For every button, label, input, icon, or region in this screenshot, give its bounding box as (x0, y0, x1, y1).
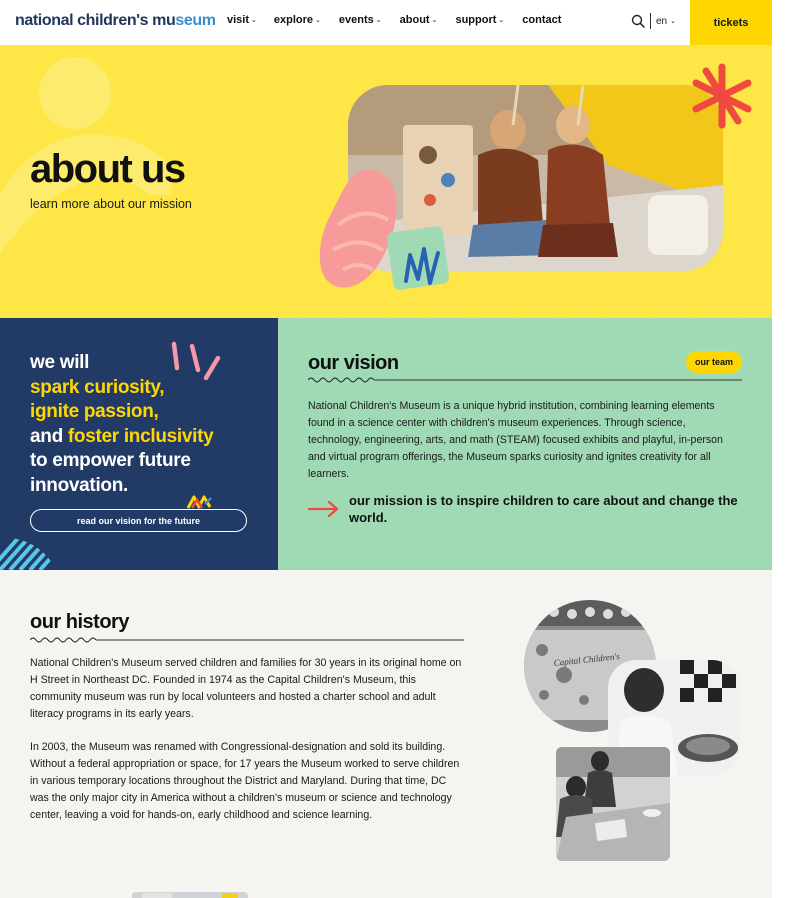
chevron-down-icon: ⌄ (498, 17, 505, 24)
heading-underline (308, 377, 742, 383)
nav-item-about[interactable]: about ⌄ (400, 14, 438, 26)
vision-body: National Children's Museum is a unique h… (308, 400, 723, 480)
history-paragraph: In 2003, the Museum was renamed with Con… (30, 741, 460, 821)
hero-section: about us learn more about our mission (0, 45, 772, 325)
pledge-line: to empower future (30, 450, 191, 471)
site-logo[interactable]: national children's museum (15, 12, 216, 30)
language-selector[interactable]: en ⌄ (650, 13, 676, 29)
logo-accent-text: seum (175, 12, 216, 29)
language-label: en (656, 15, 668, 27)
chevron-down-icon: ⌄ (315, 17, 321, 24)
pledge-line-highlight: ignite passion, (30, 401, 159, 422)
main-nav: visit ⌄ explore ⌄ events ⌄ about ⌄ support ⌄ … (227, 14, 561, 26)
chevron-down-icon: ⌄ (375, 17, 382, 24)
nav-item-explore[interactable]: explore ⌄ (274, 14, 321, 26)
history-section: our history National Children's Museum s… (0, 570, 772, 898)
nav-label: support (455, 14, 497, 26)
section-heading: our vision (308, 352, 399, 374)
nav-item-support[interactable]: support ⌄ (455, 14, 504, 26)
squiggle-decoration-icon (186, 495, 212, 509)
nav-item-visit[interactable]: visit ⌄ (227, 14, 257, 26)
chevron-down-icon: ⌄ (251, 17, 257, 24)
tick-marks-decoration (171, 341, 221, 381)
chevron-down-icon: ⌄ (431, 17, 438, 24)
nav-item-events[interactable]: events ⌄ (339, 14, 382, 26)
site-header: national children's museum visit ⌄ explor… (0, 0, 772, 46)
nav-label: contact (522, 14, 562, 26)
read-vision-button[interactable]: read our vision for the future (30, 509, 247, 532)
squiggle-square-decoration (387, 226, 449, 290)
history-paragraph: National Children's Museum served childr… (30, 657, 462, 720)
chevron-down-icon: ⌄ (670, 18, 676, 25)
our-team-button[interactable]: our team (686, 351, 742, 373)
logo-text: national children's mu (15, 12, 176, 29)
nav-label: explore (273, 14, 314, 26)
page-subtitle: learn more about our mission (30, 197, 192, 211)
striped-shape-decoration (0, 538, 56, 570)
page-title: about us (30, 147, 186, 191)
pledge-line-highlight: foster inclusivity (67, 425, 214, 447)
pledge-panel: we will spark curiosity, ignite passion,… (0, 318, 278, 570)
section-heading: our history (30, 611, 129, 633)
arrow-right-icon (308, 500, 339, 518)
vision-panel: our vision our team National Children's … (278, 318, 772, 570)
history-photo-classroom (556, 747, 670, 861)
mission-statement: our mission is to inspire children to ca… (349, 493, 738, 525)
next-section-photo (132, 892, 248, 898)
nav-label: events (338, 14, 374, 26)
nav-label: visit (227, 14, 250, 26)
asterisk-decoration-icon (692, 63, 752, 129)
search-icon[interactable] (631, 14, 645, 28)
nav-label: about (399, 14, 430, 26)
tickets-button[interactable]: tickets (690, 0, 772, 46)
pledge-line: and (30, 425, 68, 447)
heading-underline (30, 637, 464, 643)
nav-item-contact[interactable]: contact (522, 14, 561, 26)
